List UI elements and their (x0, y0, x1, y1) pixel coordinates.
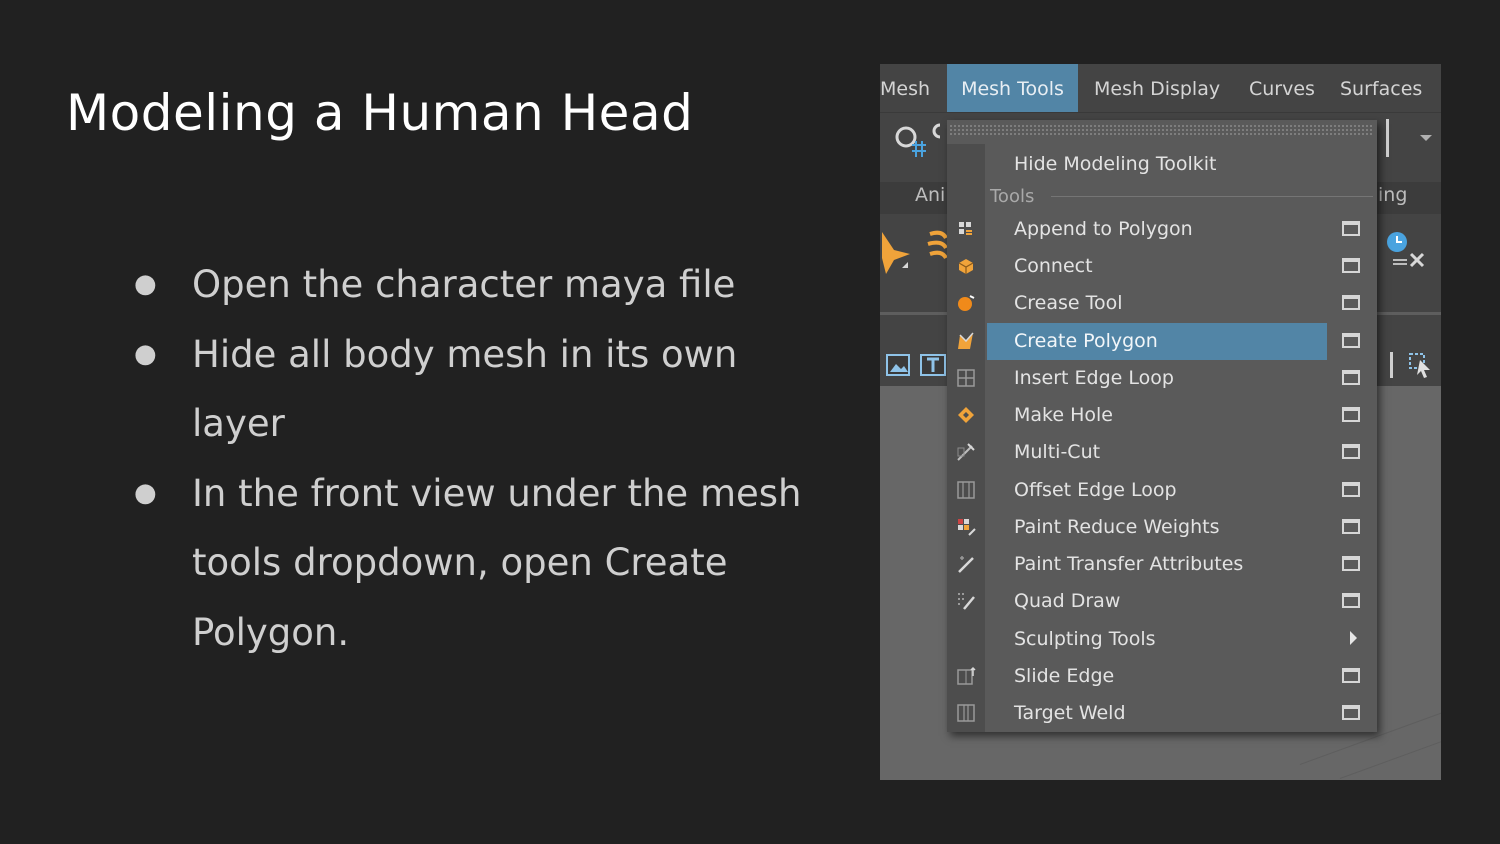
sweep-shape-icon[interactable] (926, 228, 948, 268)
slide-title: Modeling a Human Head (66, 84, 694, 142)
menu-item-target-weld[interactable]: Target Weld (987, 695, 1327, 732)
submenu-arrow-icon (1350, 631, 1357, 645)
chevron-down-icon[interactable] (1420, 135, 1432, 141)
make-hole-icon (958, 407, 974, 423)
bullet-item: ● Open the character maya file (130, 250, 830, 320)
offset-edge-loop-icon (957, 481, 975, 499)
menu-item-quad-draw[interactable]: Quad Draw (987, 583, 1327, 620)
text-tool-icon[interactable] (920, 354, 946, 376)
bullet-text: tools dropdown, open Create (192, 541, 728, 584)
shelf-tab-rigging[interactable]: ing (1378, 184, 1407, 206)
option-box-icon[interactable] (1342, 556, 1360, 571)
multi-cut-icon (957, 443, 975, 461)
option-box-icon[interactable] (1342, 593, 1360, 608)
menu-item-make-hole[interactable]: Make Hole (987, 397, 1327, 434)
mesh-tools-dropdown: Hide Modeling Toolkit Tools Append to Po… (947, 120, 1377, 732)
bullet-text: Open the character maya file (192, 263, 736, 306)
menu-item-multi-cut[interactable]: Multi-Cut (987, 434, 1327, 471)
slide-edge-icon (957, 666, 976, 685)
option-box-icon[interactable] (1342, 258, 1360, 273)
image-plane-icon[interactable] (886, 354, 910, 376)
quad-draw-icon (958, 593, 975, 610)
lasso-select-icon[interactable] (890, 121, 930, 161)
delete-history-icon[interactable] (1385, 228, 1429, 272)
create-polygon-icon (958, 332, 974, 349)
option-box-icon[interactable] (1342, 705, 1360, 720)
toolbar-separator (1386, 119, 1389, 157)
bullet-dot-icon: ● (134, 338, 157, 369)
option-box-icon[interactable] (1342, 407, 1360, 422)
menu-mesh[interactable]: Mesh (880, 64, 934, 112)
section-divider (1051, 196, 1373, 197)
menu-item-slide-edge[interactable]: Slide Edge (987, 658, 1327, 695)
menu-mesh-display[interactable]: Mesh Display (1094, 64, 1220, 112)
select-cursor-icon[interactable] (1408, 352, 1436, 380)
option-box-icon[interactable] (1342, 295, 1360, 310)
menu-item-offset-edge-loop[interactable]: Offset Edge Loop (987, 472, 1327, 509)
insert-edge-loop-icon (957, 369, 975, 387)
bullet-dot-icon: ● (134, 269, 157, 299)
append-polygon-icon (959, 222, 972, 235)
shelf-tab-animation[interactable]: Ani (915, 184, 945, 206)
toolbar-separator (1390, 352, 1393, 378)
bullet-list: ● Open the character maya file ● Hide al… (130, 250, 830, 667)
menu-item-paint-transfer-attributes[interactable]: Paint Transfer Attributes (987, 546, 1327, 583)
menu-item-paint-reduce-weights[interactable]: Paint Reduce Weights (987, 509, 1327, 546)
menu-item-sculpting-tools[interactable]: Sculpting Tools (987, 621, 1327, 658)
bullet-text: In the front view under the mesh (192, 471, 802, 515)
bullet-text: Hide all body mesh in its own layer (192, 332, 738, 446)
option-box-icon[interactable] (1342, 668, 1360, 683)
paint-select-icon[interactable] (930, 121, 944, 151)
section-label-tools: Tools (990, 186, 1035, 207)
bullet-dot-icon: ● (134, 477, 157, 508)
menu-mesh-tools[interactable]: Mesh Tools (947, 64, 1078, 112)
menu-item-connect[interactable]: Connect (987, 248, 1327, 285)
star-shape-icon[interactable] (880, 228, 914, 276)
menu-item-insert-edge-loop[interactable]: Insert Edge Loop (987, 360, 1327, 397)
connect-icon (958, 259, 974, 274)
paint-reduce-weights-icon (958, 519, 976, 536)
option-box-icon[interactable] (1342, 221, 1360, 236)
paint-transfer-icon (958, 556, 974, 573)
bullet-item: ● In the front view under the mesh tools… (130, 459, 830, 668)
option-box-icon[interactable] (1342, 333, 1360, 348)
menu-surfaces[interactable]: Surfaces (1340, 64, 1422, 112)
target-weld-icon (957, 704, 975, 722)
maya-screenshot: Mesh Mesh Tools Mesh Display Curves Surf… (880, 64, 1441, 780)
option-box-icon[interactable] (1342, 519, 1360, 534)
option-box-icon[interactable] (1342, 444, 1360, 459)
menu-item-hide-modeling-toolkit[interactable]: Hide Modeling Toolkit (987, 146, 1327, 183)
menu-item-create-polygon[interactable]: Create Polygon (987, 323, 1327, 360)
maya-menubar: Mesh Mesh Tools Mesh Display Curves Surf… (880, 64, 1441, 113)
tear-off-handle[interactable] (949, 124, 1373, 136)
option-box-icon[interactable] (1342, 482, 1360, 497)
menu-curves[interactable]: Curves (1249, 64, 1315, 112)
menu-item-crease-tool[interactable]: Crease Tool (987, 285, 1327, 322)
crease-icon (958, 295, 975, 311)
option-box-icon[interactable] (1342, 370, 1360, 385)
bullet-item: ● Hide all body mesh in its own layer (130, 320, 830, 459)
menu-item-append-to-polygon[interactable]: Append to Polygon (987, 211, 1327, 248)
bullet-text: Polygon. (192, 610, 350, 654)
